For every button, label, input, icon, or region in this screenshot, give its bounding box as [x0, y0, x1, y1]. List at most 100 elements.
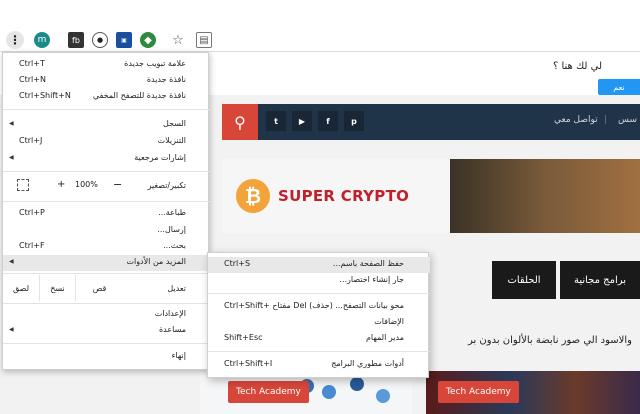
menu-item-new-window[interactable]: Ctrl+N نافذة جديدة [3, 73, 210, 89]
edit-label: تعديل [167, 283, 186, 293]
menu-divider [3, 171, 210, 172]
tab-free-programs[interactable]: برامج مجانية [560, 261, 640, 299]
menu-item-more-tools[interactable]: ◀ المزيد من الأدوات [3, 255, 210, 271]
twitter-icon[interactable]: t [266, 111, 286, 131]
menu-item-label: بحث... [163, 241, 186, 250]
submenu-arrow-icon: ◀ [9, 154, 14, 161]
menu-item-label: إنهاء [171, 351, 186, 360]
menu-item-label: حفظ الصفحة باسم... [332, 259, 404, 268]
article-thumbnail[interactable]: Tech Academy [426, 371, 640, 414]
menu-item-settings[interactable]: الإعدادات [3, 307, 210, 323]
menu-item-label: نافذة جديدة [146, 75, 186, 84]
menu-shortcut: Ctrl+J [19, 136, 43, 145]
article-headline[interactable]: والاسود الي صور نابضة بالألوان بدون بر [468, 335, 632, 346]
extension-icon[interactable]: ▣ [116, 32, 132, 48]
zoom-row: + 100% − تكبير/تصغير [3, 173, 210, 199]
submenu-item-extensions[interactable]: الإضافات [208, 315, 430, 331]
menu-divider [3, 343, 210, 344]
menu-item-label: نافذة جديدة للتصفح المخفي [92, 91, 186, 100]
extension-icon[interactable]: fb [68, 32, 84, 48]
edit-row: لصق نسخ قص تعديل [3, 275, 210, 301]
tech-academy-badge: Tech Academy [228, 381, 309, 403]
nav-contact-link[interactable]: تواصل معي [554, 115, 598, 125]
search-icon[interactable]: ⚲ [222, 104, 258, 140]
menu-shortcut: Ctrl+F [19, 241, 45, 250]
menu-item-downloads[interactable]: Ctrl+J التنزيلات [3, 134, 210, 150]
cloud-icon [350, 377, 364, 391]
menu-item-label: السجل [162, 119, 186, 128]
submenu-arrow-icon: ◀ [9, 120, 14, 127]
menu-item-label: علامة تبويب جديدة [124, 59, 186, 68]
zoom-out-button[interactable]: − [113, 178, 122, 191]
submenu-item-save-page[interactable]: Ctrl+S حفظ الصفحة باسم... [208, 257, 430, 273]
menu-item-label: طباعة... [158, 208, 186, 217]
menu-item-label: التنزيلات [157, 136, 186, 145]
chrome-main-menu: Ctrl+T علامة تبويب جديدة Ctrl+N نافذة جد… [2, 52, 210, 370]
menu-item-label: إشارات مرجعية [134, 153, 186, 162]
ad-banner[interactable]: ₿ SUPER CRYPTO [222, 159, 640, 233]
more-tools-submenu: Ctrl+S حفظ الصفحة باسم... جار إنشاء اختص… [207, 252, 430, 378]
menu-divider [3, 201, 210, 202]
copy-button[interactable]: نسخ [39, 275, 75, 301]
menu-shortcut: Ctrl+N [19, 75, 46, 84]
chrome-menu-icon[interactable]: ⋮ [6, 31, 24, 49]
nav-link[interactable]: سس [618, 115, 637, 125]
zoom-label: تكبير/تصغير [147, 181, 186, 190]
cut-button[interactable]: قص [75, 275, 123, 301]
submenu-item-create-shortcut[interactable]: جار إنشاء اختصار... [208, 273, 430, 289]
menu-item-incognito[interactable]: Ctrl+Shift+N نافذة جديدة للتصفح المخفي [3, 89, 210, 105]
menu-divider [208, 351, 430, 352]
banner-left: ₿ SUPER CRYPTO [222, 159, 450, 233]
notice-yes-button[interactable]: نعم [598, 79, 640, 95]
submenu-item-clear-browsing-data[interactable]: Ctrl+Shift+ مفتاح Del (حذف) محو بيانات ا… [208, 299, 430, 315]
menu-shortcut: Shift+Esc [224, 333, 263, 342]
menu-divider [208, 293, 430, 294]
fullscreen-icon[interactable] [17, 179, 29, 191]
menu-item-label: الإعدادات [154, 309, 186, 318]
menu-shortcut: Ctrl+Shift+ مفتاح Del (حذف) [224, 301, 333, 310]
banner-title: SUPER CRYPTO [278, 187, 410, 205]
submenu-arrow-icon: ◀ [9, 258, 14, 265]
nav-separator: | [604, 115, 608, 125]
notice-text: لي لك هنا ؟ [552, 61, 602, 72]
extension-icon[interactable]: ◆ [140, 32, 156, 48]
menu-shortcut: Ctrl+Shift+I [224, 359, 273, 368]
menu-item-label: جار إنشاء اختصار... [339, 275, 404, 284]
menu-item-label: إرسال... [157, 225, 186, 234]
menu-item-print[interactable]: Ctrl+P طباعة... [3, 206, 210, 222]
menu-item-bookmarks[interactable]: ◀ إشارات مرجعية [3, 151, 210, 167]
zoom-in-button[interactable]: + [57, 179, 65, 190]
paste-button[interactable]: لصق [3, 275, 39, 301]
menu-divider [3, 109, 210, 110]
submenu-item-task-manager[interactable]: Shift+Esc مدير المهام [208, 331, 430, 347]
category-tabs: الحلقات برامج مجانية [492, 261, 640, 299]
site-navbar: ⚲ t ▶ f p تواصل معي | سس [222, 104, 640, 140]
menu-item-cast[interactable]: إرسال... [3, 223, 210, 239]
menu-shortcut: Ctrl+P [19, 208, 45, 217]
menu-item-exit[interactable]: إنهاء [3, 349, 210, 365]
bitcoin-icon: ₿ [236, 179, 270, 213]
cloud-icon [376, 389, 390, 403]
extension-icon[interactable]: ● [92, 32, 108, 48]
menu-item-help[interactable]: ◀ مساعدة [3, 323, 210, 339]
menu-item-find[interactable]: Ctrl+F بحث... [3, 239, 210, 255]
tech-academy-badge: Tech Academy [438, 381, 519, 403]
menu-shortcut: Ctrl+S [224, 259, 251, 268]
extension-icon[interactable]: ▤ [196, 32, 212, 48]
menu-shortcut: Ctrl+T [19, 59, 45, 68]
menu-item-label: أدوات مطوري البرامج [331, 359, 404, 368]
menu-item-history[interactable]: ◀ السجل [3, 117, 210, 133]
submenu-item-developer-tools[interactable]: Ctrl+Shift+I أدوات مطوري البرامج [208, 357, 430, 373]
facebook-icon[interactable]: f [318, 111, 338, 131]
cloud-icon [322, 385, 336, 399]
menu-item-new-tab[interactable]: Ctrl+T علامة تبويب جديدة [3, 57, 210, 73]
pinterest-icon[interactable]: p [344, 111, 364, 131]
zoom-level: 100% [75, 180, 98, 189]
bookmark-star-icon[interactable]: ☆ [170, 32, 186, 48]
avatar[interactable]: m [34, 32, 50, 48]
menu-item-label: مدير المهام [365, 333, 404, 342]
banner-image [450, 159, 640, 233]
menu-item-label: المزيد من الأدوات [126, 257, 186, 266]
youtube-icon[interactable]: ▶ [292, 111, 312, 131]
tab-episodes[interactable]: الحلقات [492, 261, 556, 299]
